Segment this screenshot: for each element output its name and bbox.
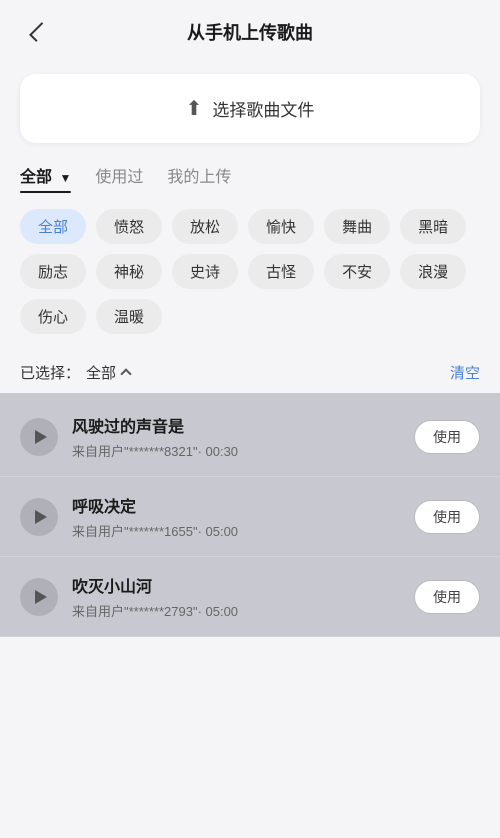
back-icon [29,22,49,42]
play-icon-1 [35,430,47,444]
tag-all[interactable]: 全部 [20,209,86,244]
song-info-3: 吹灭小山河 来自用户"*******2793"· 05:00 [72,573,400,620]
play-icon-2 [35,510,47,524]
play-button-3[interactable] [20,578,58,616]
song-info-1: 风驶过的声音是 来自用户"*******8321"· 00:30 [72,413,400,460]
selected-prefix: 已选择： [20,362,80,383]
song-title-1: 风驶过的声音是 [72,413,400,437]
header: 从手机上传歌曲 [0,0,500,64]
selected-bar: 已选择： 全部 清空 [0,352,500,393]
upload-label: 选择歌曲文件 [212,96,314,121]
song-title-2: 呼吸决定 [72,493,400,517]
song-info-2: 呼吸决定 来自用户"*******1655"· 05:00 [72,493,400,540]
use-button-2[interactable]: 使用 [414,500,480,534]
song-item-3: 吹灭小山河 来自用户"*******2793"· 05:00 使用 [0,557,500,637]
play-icon-3 [35,590,47,604]
song-item-2: 呼吸决定 来自用户"*******1655"· 05:00 使用 [0,477,500,557]
upload-icon: ⬆ [186,96,203,121]
tag-dance[interactable]: 舞曲 [324,209,390,244]
tab-my-uploads[interactable]: 我的上传 [167,163,231,193]
song-meta-1: 来自用户"*******8321"· 00:30 [72,441,400,460]
tags-container: 全部 愤怒 放松 愉快 舞曲 黑暗 励志 神秘 史诗 古怪 不安 浪漫 伤心 温… [0,209,500,334]
page-title: 从手机上传歌曲 [187,19,313,45]
chevron-up-icon[interactable] [120,368,131,379]
tag-anxious[interactable]: 不安 [324,254,390,289]
tag-romantic[interactable]: 浪漫 [400,254,466,289]
tag-dark[interactable]: 黑暗 [400,209,466,244]
song-meta-3: 来自用户"*******2793"· 05:00 [72,601,400,620]
selected-value: 全部 [86,362,116,383]
song-title-3: 吹灭小山河 [72,573,400,597]
tag-angry[interactable]: 愤怒 [96,209,162,244]
tag-mystery[interactable]: 神秘 [96,254,162,289]
upload-file-button[interactable]: ⬆ 选择歌曲文件 [20,74,480,143]
clear-button[interactable]: 清空 [450,362,480,383]
use-button-1[interactable]: 使用 [414,420,480,454]
tabs-bar: 全部 ▼ 使用过 我的上传 [0,163,500,193]
tag-sad[interactable]: 伤心 [20,299,86,334]
tag-epic[interactable]: 史诗 [172,254,238,289]
play-button-2[interactable] [20,498,58,536]
use-button-3[interactable]: 使用 [414,580,480,614]
tag-motivate[interactable]: 励志 [20,254,86,289]
tag-happy[interactable]: 愉快 [248,209,314,244]
back-button[interactable] [20,16,52,48]
song-meta-2: 来自用户"*******1655"· 05:00 [72,521,400,540]
selected-info: 已选择： 全部 [20,362,130,383]
tab-all[interactable]: 全部 ▼ [20,163,71,193]
tag-weird[interactable]: 古怪 [248,254,314,289]
filter-icon: ▼ [59,171,71,185]
tag-relax[interactable]: 放松 [172,209,238,244]
tag-warm[interactable]: 温暖 [96,299,162,334]
tab-used[interactable]: 使用过 [95,163,143,193]
play-button-1[interactable] [20,418,58,456]
song-item-1: 风驶过的声音是 来自用户"*******8321"· 00:30 使用 [0,397,500,477]
song-list: 风驶过的声音是 来自用户"*******8321"· 00:30 使用 呼吸决定… [0,393,500,637]
